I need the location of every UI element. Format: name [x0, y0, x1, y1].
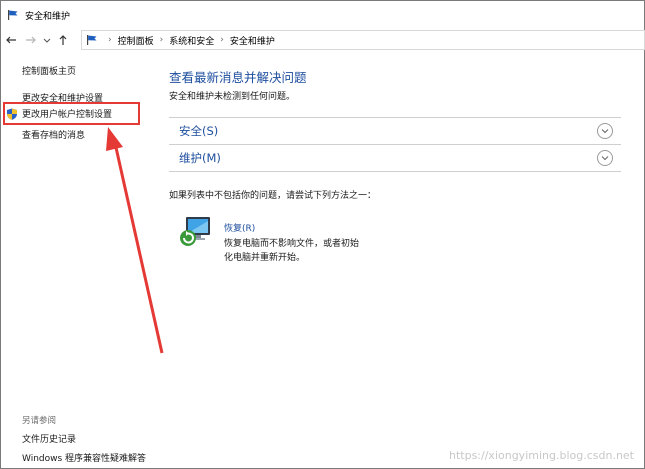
expand-chevron-icon[interactable]	[597, 123, 613, 139]
watermark-text: https://xiongyiming.blog.csdn.net	[449, 449, 634, 462]
compat-troubleshooter-link[interactable]: Windows 程序兼容性疑难解答	[22, 451, 146, 464]
recovery-link[interactable]: 恢复(R)	[224, 221, 255, 234]
status-message: 安全和维护未检测到任何问题。	[169, 92, 296, 102]
recovery-desc-line2: 化电脑并重新开始。	[224, 253, 306, 263]
maintenance-section-label: 维护(M)	[179, 151, 221, 165]
address-field[interactable]: › 控制面板 › 系统和安全 › 安全和维护	[81, 30, 645, 50]
back-button[interactable]	[1, 30, 21, 50]
up-button[interactable]	[53, 30, 73, 50]
breadcrumb-system-security[interactable]: 系统和安全	[169, 34, 214, 47]
chevron-down-icon	[43, 38, 51, 43]
breadcrumb-separator: ›	[159, 35, 164, 45]
recovery-icon	[180, 217, 210, 246]
recovery-desc-line1: 恢复电脑而不影响文件，或者初始	[224, 239, 360, 249]
recovery-description: 恢复电脑而不影响文件，或者初始 化电脑并重新开始。	[224, 237, 374, 265]
breadcrumb-separator: ›	[108, 35, 112, 45]
breadcrumb-separator: ›	[220, 35, 224, 45]
arrow-right-icon	[26, 36, 36, 44]
expand-chevron-icon[interactable]	[597, 150, 613, 166]
window-title: 安全和维护	[25, 11, 71, 22]
recent-pages-button[interactable]	[41, 30, 53, 50]
section-divider	[169, 171, 621, 172]
page-title: 查看最新消息并解决问题	[169, 70, 307, 85]
see-also-label: 另请参阅	[22, 416, 57, 426]
flag-icon	[87, 35, 97, 45]
maintenance-section[interactable]: 维护(M)	[169, 144, 621, 171]
arrow-up-icon	[59, 35, 67, 45]
breadcrumb-control-panel[interactable]: 控制面板	[118, 34, 154, 47]
file-history-link[interactable]: 文件历史记录	[22, 432, 76, 445]
security-section-label: 安全(S)	[179, 124, 219, 138]
security-section[interactable]: 安全(S)	[169, 117, 621, 144]
forward-button[interactable]	[21, 30, 41, 50]
window-frame: 安全和维护 › 控制面板 › 系统和安全 › 安全和维护 控制面板主页 更改安全…	[0, 0, 645, 469]
flag-icon	[8, 10, 18, 20]
address-bar: › 控制面板 › 系统和安全 › 安全和维护	[1, 29, 645, 51]
breadcrumb-security-maintenance[interactable]: 安全和维护	[230, 34, 275, 47]
troubleshoot-hint: 如果列表中不包括你的问题，请尝试下列方法之一：	[169, 191, 377, 201]
arrow-left-icon	[6, 36, 16, 44]
control-panel-home-link[interactable]: 控制面板主页	[22, 64, 76, 77]
annotation-arrow-icon	[106, 127, 164, 354]
view-archived-messages-link[interactable]: 查看存档的消息	[22, 128, 85, 141]
title-bar: 安全和维护	[1, 1, 644, 29]
